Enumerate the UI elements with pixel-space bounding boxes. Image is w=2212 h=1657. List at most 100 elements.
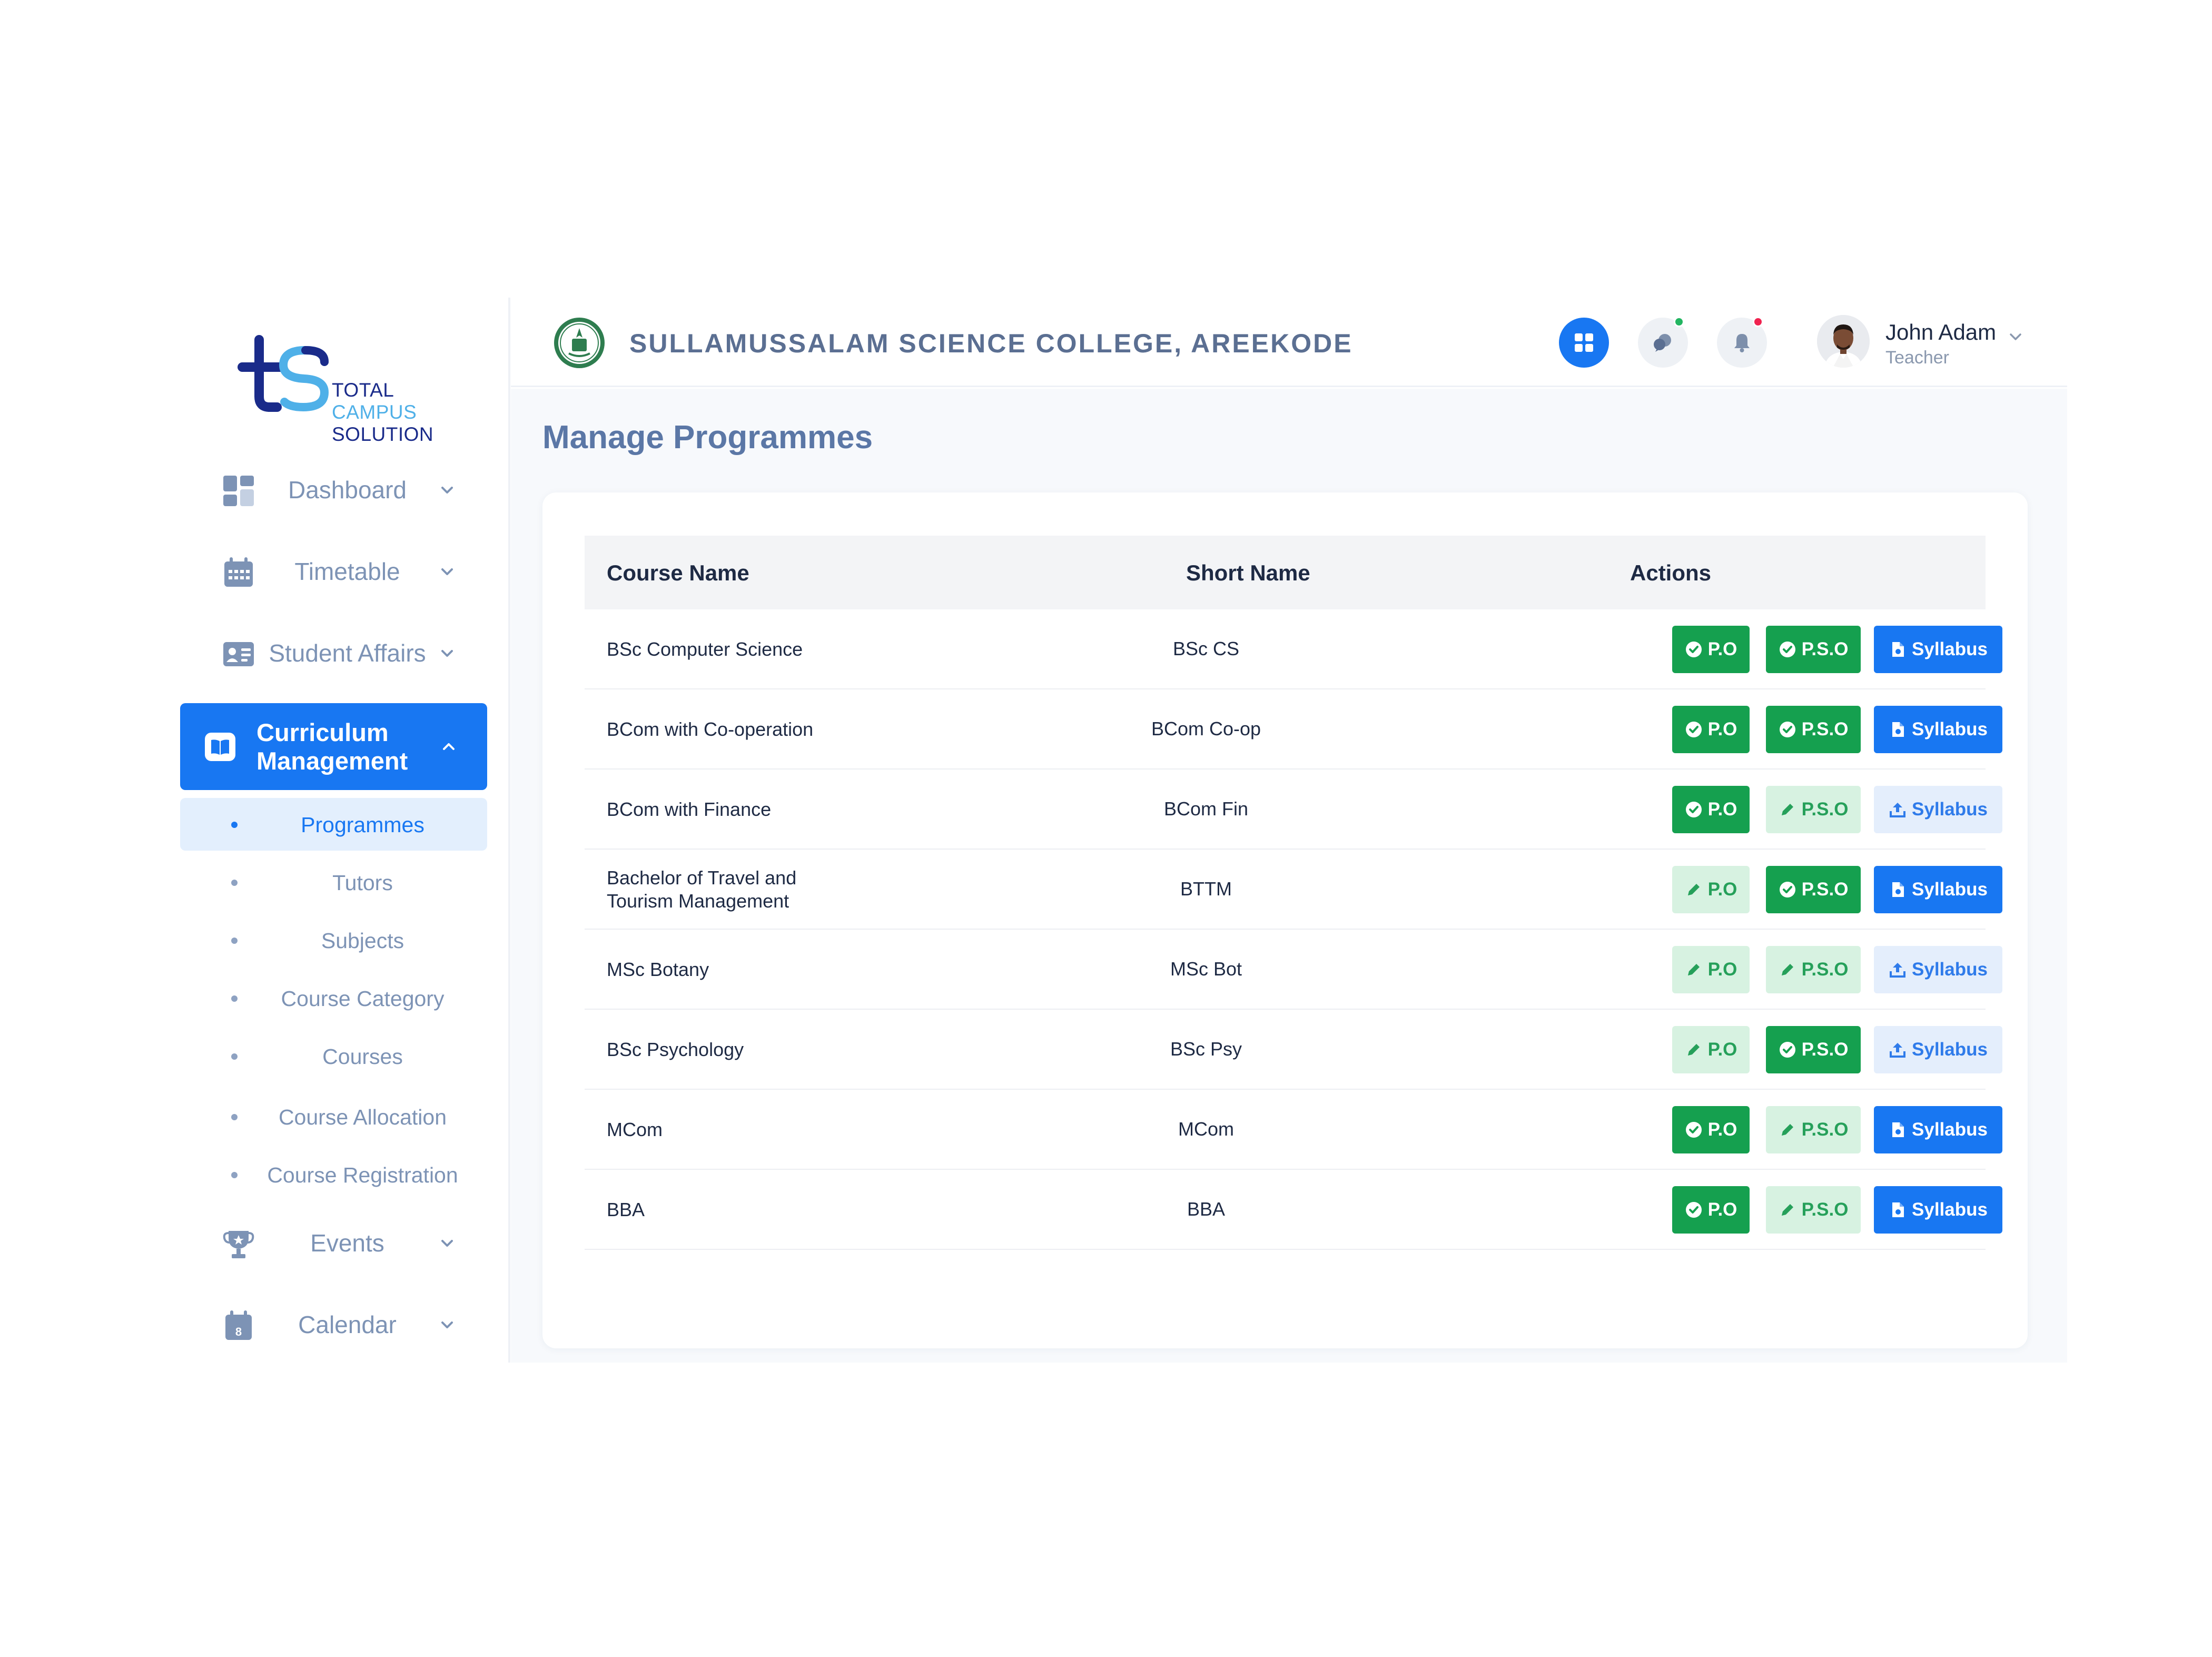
subnav-courses[interactable]: Courses xyxy=(180,1030,487,1082)
check-circle-icon xyxy=(1779,642,1795,657)
po-button[interactable]: P.O xyxy=(1672,1186,1750,1234)
check-circle-icon xyxy=(1685,722,1702,737)
syllabus-button-label: Syllabus xyxy=(1912,959,1988,980)
subnav-course-allocation[interactable]: Course Allocation xyxy=(180,1090,487,1143)
subnav-subjects[interactable]: Subjects xyxy=(180,914,487,966)
avatar[interactable] xyxy=(1817,315,1870,368)
notification-dot xyxy=(1753,317,1763,327)
course-name-cell: BBA xyxy=(607,1199,645,1220)
pso-button-label: P.S.O xyxy=(1801,879,1849,900)
sidebar-item-curriculum-management[interactable]: Curriculum Management xyxy=(180,703,487,790)
pso-button[interactable]: P.S.O xyxy=(1766,626,1861,673)
po-button[interactable]: P.O xyxy=(1672,946,1750,993)
column-header-short-name: Short Name xyxy=(1186,560,1310,585)
short-name-cell: BSc Psy xyxy=(1170,1038,1242,1060)
upload-icon xyxy=(1890,803,1906,817)
subnav-course-category[interactable]: Course Category xyxy=(180,972,487,1024)
short-name-cell: BSc CS xyxy=(1172,638,1240,659)
course-name-cell: BSc Psychology xyxy=(607,1039,744,1060)
sidebar-item-dashboard[interactable]: Dashboard xyxy=(180,456,486,524)
pso-button[interactable]: P.S.O xyxy=(1766,706,1861,753)
syllabus-button[interactable]: Syllabus xyxy=(1874,786,2002,833)
pso-button-label: P.S.O xyxy=(1801,1199,1849,1220)
po-button[interactable]: P.O xyxy=(1672,866,1750,913)
column-header-actions: Actions xyxy=(1630,560,1712,585)
syllabus-button[interactable]: Syllabus xyxy=(1874,946,2002,993)
brand-logo[interactable]: TOTAL CAMPUS SOLUTION xyxy=(232,334,442,445)
po-button-label: P.O xyxy=(1707,1199,1737,1220)
brand-name: TOTAL CAMPUS SOLUTION xyxy=(332,379,433,446)
upload-icon xyxy=(1890,963,1906,978)
document-icon xyxy=(1892,722,1904,737)
pso-button-label: P.S.O xyxy=(1801,959,1849,980)
notifications-button[interactable] xyxy=(1717,317,1767,368)
syllabus-button[interactable]: Syllabus xyxy=(1874,706,2002,753)
pso-button[interactable]: P.S.O xyxy=(1766,946,1861,993)
syllabus-button[interactable]: Syllabus xyxy=(1874,1106,2002,1153)
subnav-tutors[interactable]: Tutors xyxy=(180,856,487,909)
document-icon xyxy=(1892,882,1904,897)
pso-button[interactable]: P.S.O xyxy=(1766,1106,1861,1153)
programmes-card: Course Name Short Name Actions BSc Compu… xyxy=(542,492,2028,1348)
sidebar-item-label: Timetable xyxy=(294,558,400,585)
po-button[interactable]: P.O xyxy=(1672,1106,1750,1153)
online-dot xyxy=(1674,317,1684,327)
course-name-cell: BCom with Co-operation xyxy=(607,718,814,740)
pencil-icon xyxy=(1781,1204,1793,1216)
top-bar: SULLAMUSSALAM SCIENCE COLLEGE, AREEKODE xyxy=(511,298,2067,387)
subnav-course-registration[interactable]: Course Registration xyxy=(180,1148,487,1201)
pso-button[interactable]: P.S.O xyxy=(1766,786,1861,833)
calendar-date-number: 8 xyxy=(235,1325,242,1338)
chevron-down-icon xyxy=(441,1240,453,1247)
sidebar-item-calendar[interactable]: 8 Calendar xyxy=(180,1290,486,1359)
sidebar-item-label: Events xyxy=(310,1229,384,1257)
syllabus-button[interactable]: Syllabus xyxy=(1874,866,2002,913)
course-name-cell: BCom with Finance xyxy=(607,798,772,820)
pencil-icon xyxy=(1687,884,1700,895)
college-name: SULLAMUSSALAM SCIENCE COLLEGE, AREEKODE xyxy=(629,329,1353,358)
user-photo-icon xyxy=(1817,315,1870,368)
pencil-icon xyxy=(1781,1124,1793,1136)
course-name-line: Bachelor of Travel and xyxy=(607,867,797,889)
syllabus-button[interactable]: Syllabus xyxy=(1874,1026,2002,1073)
course-name-cell: Bachelor of Travel and Tourism Management xyxy=(607,866,796,913)
chevron-down-icon xyxy=(441,487,453,494)
short-name-cell: BBA xyxy=(1187,1198,1226,1220)
po-button-label: P.O xyxy=(1707,959,1737,980)
po-button[interactable]: P.O xyxy=(1672,1026,1750,1073)
book-icon xyxy=(205,733,235,761)
sidebar-item-student-affairs[interactable]: Student Affairs xyxy=(180,619,486,687)
sidebar-item-label: Student Affairs xyxy=(269,639,426,667)
sidebar-item-events[interactable]: Events xyxy=(180,1209,486,1277)
syllabus-button[interactable]: Syllabus xyxy=(1874,626,2002,673)
po-button[interactable]: P.O xyxy=(1672,786,1750,833)
bullet-dot xyxy=(231,880,238,886)
apps-grid-button[interactable] xyxy=(1559,318,1609,368)
check-circle-icon xyxy=(1779,722,1795,737)
table-row: BSc Psychology BSc Psy P.O P.S.O Syllabus xyxy=(585,1010,2002,1090)
messages-button[interactable] xyxy=(1638,317,1688,368)
user-name: John Adam xyxy=(1885,320,1997,344)
table-row: BBA BBA P.O P.S.O Syllabus xyxy=(585,1170,2002,1250)
syllabus-button-label: Syllabus xyxy=(1912,1039,1988,1060)
pso-button[interactable]: P.S.O xyxy=(1766,866,1861,913)
bullet-dot xyxy=(231,822,238,828)
syllabus-button[interactable]: Syllabus xyxy=(1874,1186,2002,1234)
check-circle-icon xyxy=(1685,802,1702,817)
pso-button[interactable]: P.S.O xyxy=(1766,1186,1861,1234)
chevron-down-icon[interactable] xyxy=(2007,328,2025,346)
sidebar-item-timetable[interactable]: Timetable xyxy=(180,537,486,606)
subnav-programmes[interactable]: Programmes xyxy=(180,798,487,851)
check-circle-icon xyxy=(1779,1042,1795,1058)
pso-button[interactable]: P.S.O xyxy=(1766,1026,1861,1073)
brand-line-2: CAMPUS xyxy=(332,401,417,423)
table-row: MSc Botany MSc Bot P.O P.S.O Syllabus xyxy=(585,930,2002,1010)
bullet-dot xyxy=(231,1053,238,1060)
po-button[interactable]: P.O xyxy=(1672,706,1750,753)
table-row: Bachelor of Travel and Tourism Management… xyxy=(585,850,2002,930)
po-button[interactable]: P.O xyxy=(1672,626,1750,673)
short-name-cell: BCom Fin xyxy=(1163,798,1249,820)
bullet-dot xyxy=(231,1172,238,1178)
pencil-icon xyxy=(1687,1044,1700,1056)
syllabus-button-label: Syllabus xyxy=(1912,799,1988,820)
